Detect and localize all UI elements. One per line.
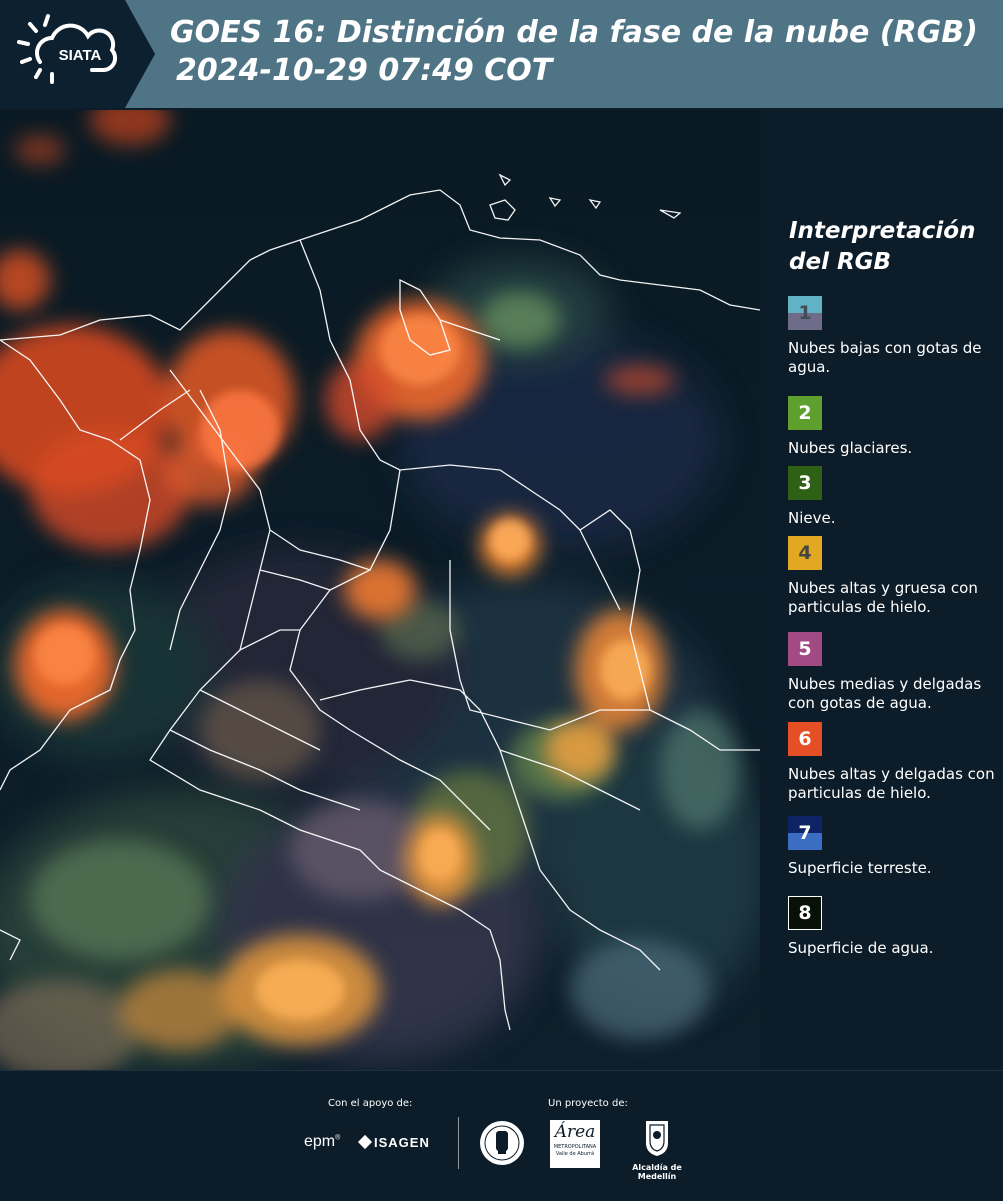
- legend-swatch-1: 1: [788, 296, 822, 330]
- legend-item-4: 4 Nubes altas y gruesa con particulas de …: [788, 536, 998, 617]
- page-title: GOES 16: Distinción de la fase de la nub…: [170, 14, 978, 90]
- area-metropolitana-logo[interactable]: Área METROPOLITANA Valle de Aburrá: [550, 1120, 600, 1168]
- area-logo-sub2: Valle de Aburrá: [555, 1151, 595, 1157]
- epm-logo[interactable]: epm®: [304, 1133, 340, 1151]
- area-logo-sub1: METROPOLITANA: [553, 1144, 597, 1150]
- legend-number: 7: [798, 822, 812, 844]
- legend-swatch-4: 4: [788, 536, 822, 570]
- legend-label: Nubes bajas con gotas de agua.: [788, 339, 982, 376]
- legend-number: 2: [798, 402, 812, 424]
- siata-logo[interactable]: SIATA: [0, 0, 155, 108]
- isagen-logo[interactable]: ISAGEN: [357, 1134, 430, 1150]
- header-bar: SIATA GOES 16: Distinción de la fase de …: [0, 0, 1003, 108]
- footer-divider: [458, 1117, 459, 1169]
- legend-item-6: 6 Nubes altas y delgadas con particulas d…: [788, 722, 998, 803]
- legend-swatch-8: 8: [788, 896, 822, 930]
- support-label: Con el apoyo de:: [328, 1098, 413, 1109]
- legend-item-7: 7 Superficie terreste.: [788, 816, 998, 878]
- alcaldia-logo-text: Alcaldía de Medellín: [632, 1163, 682, 1181]
- area-logo-name: Área: [554, 1122, 596, 1142]
- legend-label: Nieve.: [788, 509, 836, 527]
- legend-label: Nubes medias y delgadas con gotas de agu…: [788, 675, 982, 712]
- legend-item-8: 8 Superficie de agua.: [788, 896, 998, 958]
- isagen-logo-text: ISAGEN: [374, 1135, 430, 1150]
- medellin-shield-icon: [646, 1121, 668, 1156]
- legend-swatch-3: 3: [788, 466, 822, 500]
- legend-item-3: 3 Nieve.: [788, 466, 998, 528]
- legend-number: 6: [798, 728, 812, 750]
- legend-label: Nubes altas y gruesa con particulas de h…: [788, 579, 978, 616]
- siata-logo-text: SIATA: [59, 47, 102, 64]
- legend-swatch-5: 5: [788, 632, 822, 666]
- epm-logo-text: epm: [304, 1133, 336, 1150]
- legend-item-2: 2 Nubes glaciares.: [788, 396, 998, 458]
- legend-title: Interpretación del RGB: [789, 218, 976, 275]
- legend-label: Superficie de agua.: [788, 939, 934, 957]
- satellite-map[interactable]: [0, 110, 760, 1070]
- project-label: Un proyecto de:: [548, 1098, 628, 1109]
- legend-number: 1: [798, 302, 812, 324]
- legend-label: Nubes glaciares.: [788, 439, 913, 457]
- legend-label: Superficie terreste.: [788, 859, 932, 877]
- alcaldia-logo[interactable]: Alcaldía de Medellín: [612, 1119, 702, 1181]
- legend-number: 8: [798, 902, 812, 924]
- siata-seal-logo[interactable]: [478, 1119, 526, 1171]
- legend-number: 5: [798, 638, 812, 660]
- legend-swatch-7: 7: [788, 816, 822, 850]
- legend-number: 4: [798, 542, 812, 564]
- legend-swatch-6: 6: [788, 722, 822, 756]
- legend-swatch-2: 2: [788, 396, 822, 430]
- legend-item-1: 1 Nubes bajas con gotas de agua.: [788, 296, 998, 377]
- title-line-2: 2024-10-29 07:49 COT: [176, 53, 553, 88]
- legend-item-5: 5 Nubes medias y delgadas con gotas de ag…: [788, 632, 998, 713]
- legend-panel: Interpretación del RGB 1 Nubes bajas con …: [760, 110, 1003, 1070]
- footer-bar: Con el apoyo de: Un proyecto de: epm® IS…: [0, 1070, 1003, 1201]
- legend-number: 3: [798, 472, 812, 494]
- title-line-1: GOES 16: Distinción de la fase de la nub…: [170, 15, 978, 50]
- legend-label: Nubes altas y delgadas con particulas de…: [788, 765, 995, 802]
- isagen-mark-icon: [357, 1134, 373, 1150]
